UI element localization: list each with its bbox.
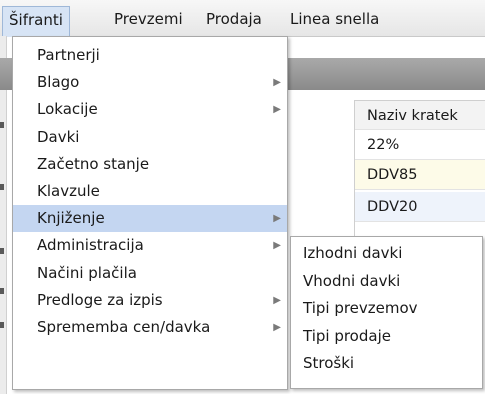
menu-item-label: Predloge za izpis	[37, 290, 163, 309]
menu-item-zacetno-stanje[interactable]: Začetno stanje	[13, 151, 287, 178]
submenu-item-label: Tipi prevzemov	[303, 299, 418, 318]
menubar-item-sifranti[interactable]: Šifranti	[2, 6, 70, 37]
submenu-arrow-icon: ▶	[273, 294, 281, 306]
sifranti-dropdown-menu: Partnerji Blago ▶ Lokacije ▶ Davki Začetno…	[12, 36, 288, 390]
menu-item-label: Administracija	[37, 236, 144, 255]
gutter-tick	[0, 184, 4, 190]
gutter-tick	[0, 248, 4, 254]
table-cell[interactable]: DDV20	[355, 192, 485, 222]
menu-item-lokacije[interactable]: Lokacije ▶	[13, 96, 287, 123]
gutter-tick	[0, 288, 4, 294]
submenu-arrow-icon: ▶	[273, 213, 281, 225]
menu-item-blago[interactable]: Blago ▶	[13, 69, 287, 96]
submenu-item-label: Stroški	[303, 354, 355, 373]
menu-item-sprememba-cen-davka[interactable]: Sprememba cen/davka ▶	[13, 314, 287, 341]
submenu-arrow-icon: ▶	[273, 240, 281, 252]
menu-item-predloge-za-izpis[interactable]: Predloge za izpis ▶	[13, 287, 287, 314]
menu-item-label: Knjiženje	[37, 209, 105, 228]
menu-item-davki[interactable]: Davki	[13, 124, 287, 151]
menu-item-label: Sprememba cen/davka	[37, 317, 211, 336]
menu-item-nacini-placila[interactable]: Načini plačila	[13, 260, 287, 287]
menubar-item-prodaja[interactable]: Prodaja	[200, 7, 268, 31]
menu-item-label: Začetno stanje	[37, 154, 150, 173]
menu-item-partnerji[interactable]: Partnerji	[13, 42, 287, 69]
submenu-arrow-icon: ▶	[273, 104, 281, 116]
submenu-item-tipi-prevzemov[interactable]: Tipi prevzemov	[291, 294, 482, 322]
menu-item-administracija[interactable]: Administracija ▶	[13, 232, 287, 259]
gutter-tick	[0, 122, 4, 128]
submenu-item-label: Tipi prodaje	[303, 326, 391, 345]
menu-item-klavzule[interactable]: Klavzule	[13, 178, 287, 205]
submenu-item-vhodni-davki[interactable]: Vhodni davki	[291, 267, 482, 295]
menu-item-label: Načini plačila	[37, 263, 137, 282]
submenu-item-stroski[interactable]: Stroški	[291, 349, 482, 377]
table-cell[interactable]: 22%	[355, 130, 485, 160]
table-cell[interactable]: DDV85	[355, 160, 485, 190]
menu-item-label: Klavzule	[37, 181, 100, 200]
menubar: Šifranti Prevzemi Prodaja Linea snella	[0, 0, 485, 37]
menu-item-label: Lokacije	[37, 100, 98, 119]
submenu-item-tipi-prodaje[interactable]: Tipi prodaje	[291, 322, 482, 350]
column-header-naziv-kratek[interactable]: Naziv kratek	[355, 100, 485, 130]
menu-item-label: Blago	[37, 73, 80, 92]
menu-item-label: Partnerji	[37, 46, 100, 64]
menubar-item-prevzemi[interactable]: Prevzemi	[108, 7, 189, 31]
menu-item-label: Davki	[37, 127, 80, 146]
knjizenje-submenu: Izhodni davki Vhodni davki Tipi prevzemo…	[290, 236, 483, 389]
submenu-item-label: Izhodni davki	[303, 244, 403, 262]
gutter-tick	[0, 322, 4, 328]
menu-item-knjizenje[interactable]: Knjiženje ▶	[13, 205, 287, 233]
submenu-item-izhodni-davki[interactable]: Izhodni davki	[291, 239, 482, 267]
submenu-item-label: Vhodni davki	[303, 271, 401, 290]
submenu-arrow-icon: ▶	[273, 321, 281, 333]
submenu-arrow-icon: ▶	[273, 77, 281, 89]
menubar-item-linea-snella[interactable]: Linea snella	[284, 7, 385, 31]
